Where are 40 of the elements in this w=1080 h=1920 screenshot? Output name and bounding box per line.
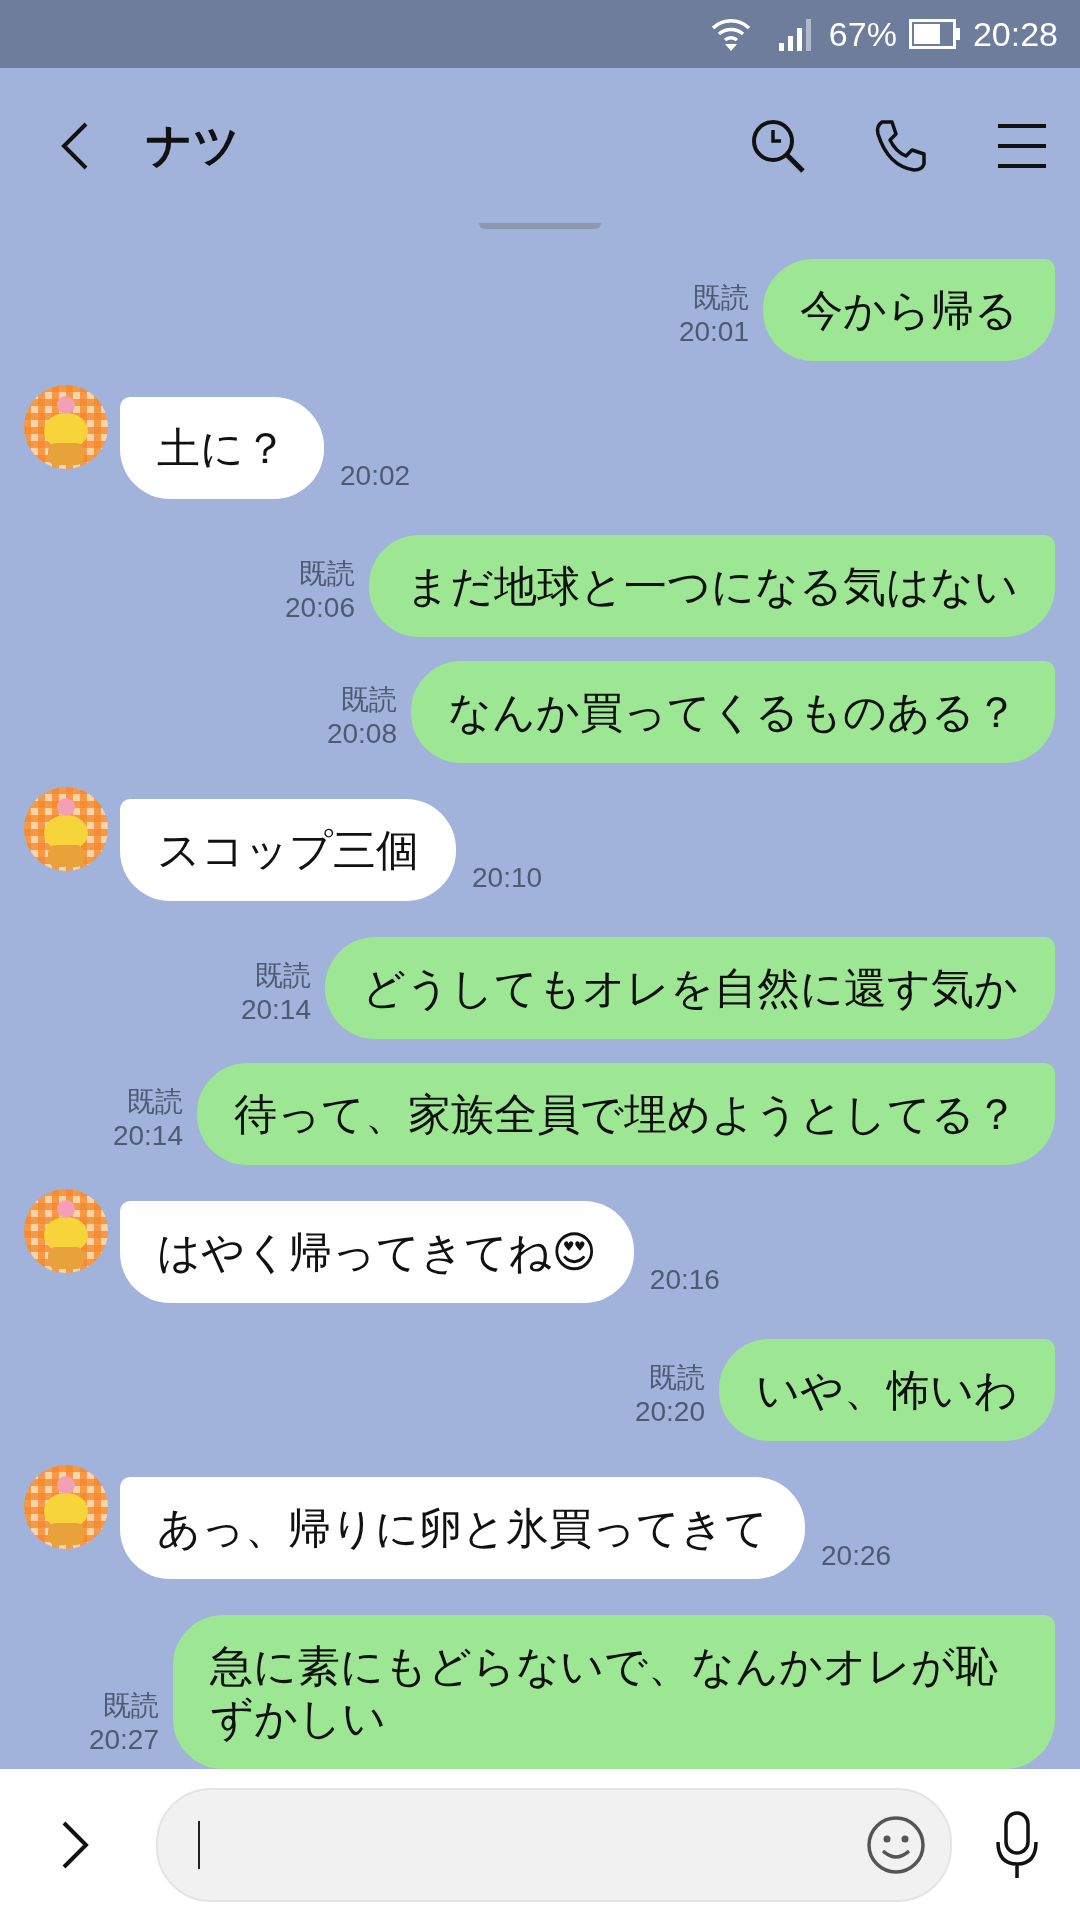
message-time: 20:16: [649, 1263, 720, 1298]
message-time: 20:14: [240, 993, 311, 1028]
battery-percentage: 67%: [828, 14, 897, 54]
read-receipt: 既読: [693, 281, 749, 316]
read-receipt: 既読: [299, 557, 355, 592]
sent-message: なんか買ってくるものある？: [411, 661, 1055, 764]
back-icon[interactable]: [60, 120, 90, 171]
read-receipt: 既読: [341, 683, 397, 718]
sent-message: 待って、家族全員で埋めようとしてる？: [197, 1063, 1055, 1166]
read-receipt: 既読: [103, 1689, 159, 1724]
expand-icon[interactable]: [60, 1819, 90, 1870]
search-icon[interactable]: [750, 117, 806, 174]
message-time: 20:26: [821, 1539, 892, 1574]
wifi-icon: [710, 16, 751, 53]
received-message: スコップ三個: [120, 799, 456, 902]
received-message: 土に？: [120, 397, 324, 500]
chat-title: ナツ: [146, 116, 240, 174]
message-time: 20:06: [284, 591, 355, 626]
sent-message: 今から帰る: [763, 259, 1055, 362]
clock-time: 20:28: [972, 14, 1058, 54]
sent-message: いや、怖いわ: [719, 1339, 1055, 1442]
message-time: 20:14: [112, 1119, 183, 1154]
text-cursor: [198, 1820, 200, 1869]
message-time: 20:02: [340, 459, 411, 494]
battery-icon: [908, 19, 961, 50]
message-time: 20:10: [472, 861, 543, 896]
sent-message: 急に素にもどらないで、なんかオレが恥ずかしい: [173, 1615, 1055, 1770]
drawer-handle[interactable]: [479, 223, 601, 230]
read-receipt: 既読: [255, 959, 311, 994]
read-receipt: 既読: [649, 1361, 705, 1396]
message-time: 20:08: [326, 717, 397, 752]
sent-message: まだ地球と一つになる気はない: [369, 535, 1055, 638]
smiley-icon[interactable]: [866, 1814, 926, 1875]
message-time: 20:20: [634, 1395, 705, 1430]
received-message: はやく帰ってきてね😍: [120, 1201, 634, 1304]
read-receipt: 既読: [127, 1085, 183, 1120]
message-time: 20:27: [88, 1723, 159, 1758]
sent-message: どうしてもオレを自然に還す気か: [325, 937, 1055, 1040]
received-message: あっ、帰りに卵と氷買ってきて: [120, 1477, 805, 1580]
message-time: 20:01: [678, 315, 749, 350]
